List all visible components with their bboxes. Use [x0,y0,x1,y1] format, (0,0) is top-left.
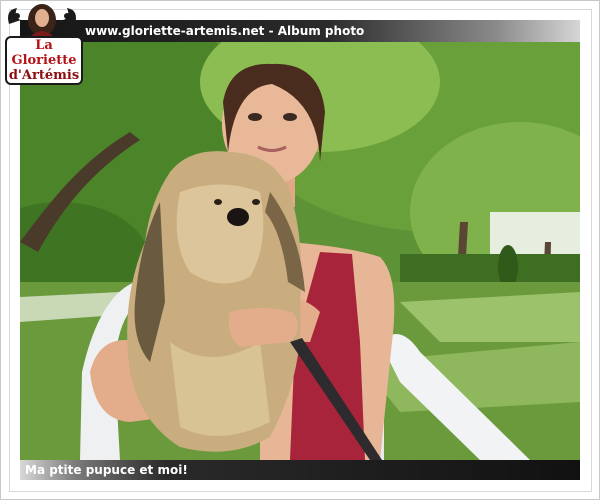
album-photo[interactable] [20,42,580,460]
header-title: www.gloriette-artemis.net - Album photo [85,24,365,38]
logo-line-2: d'Artémis [8,68,80,83]
logo-wordmark: La Gloriette d'Artémis [5,36,83,85]
photo-caption: Ma ptite pupuce et moi! [25,463,188,477]
site-logo[interactable]: La Gloriette d'Artémis [3,2,83,85]
logo-line-1: La Gloriette [11,38,77,68]
